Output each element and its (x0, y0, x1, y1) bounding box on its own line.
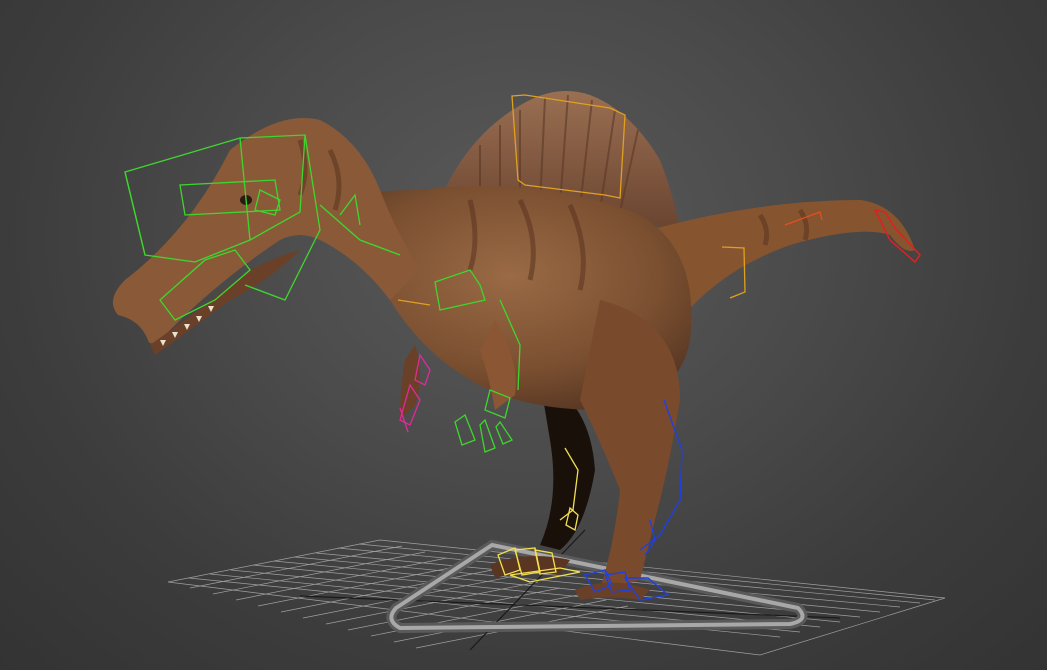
grid-axis-lines (299, 529, 841, 651)
spinosaurus-model[interactable] (112, 91, 915, 600)
3d-viewport[interactable] (0, 0, 1047, 670)
